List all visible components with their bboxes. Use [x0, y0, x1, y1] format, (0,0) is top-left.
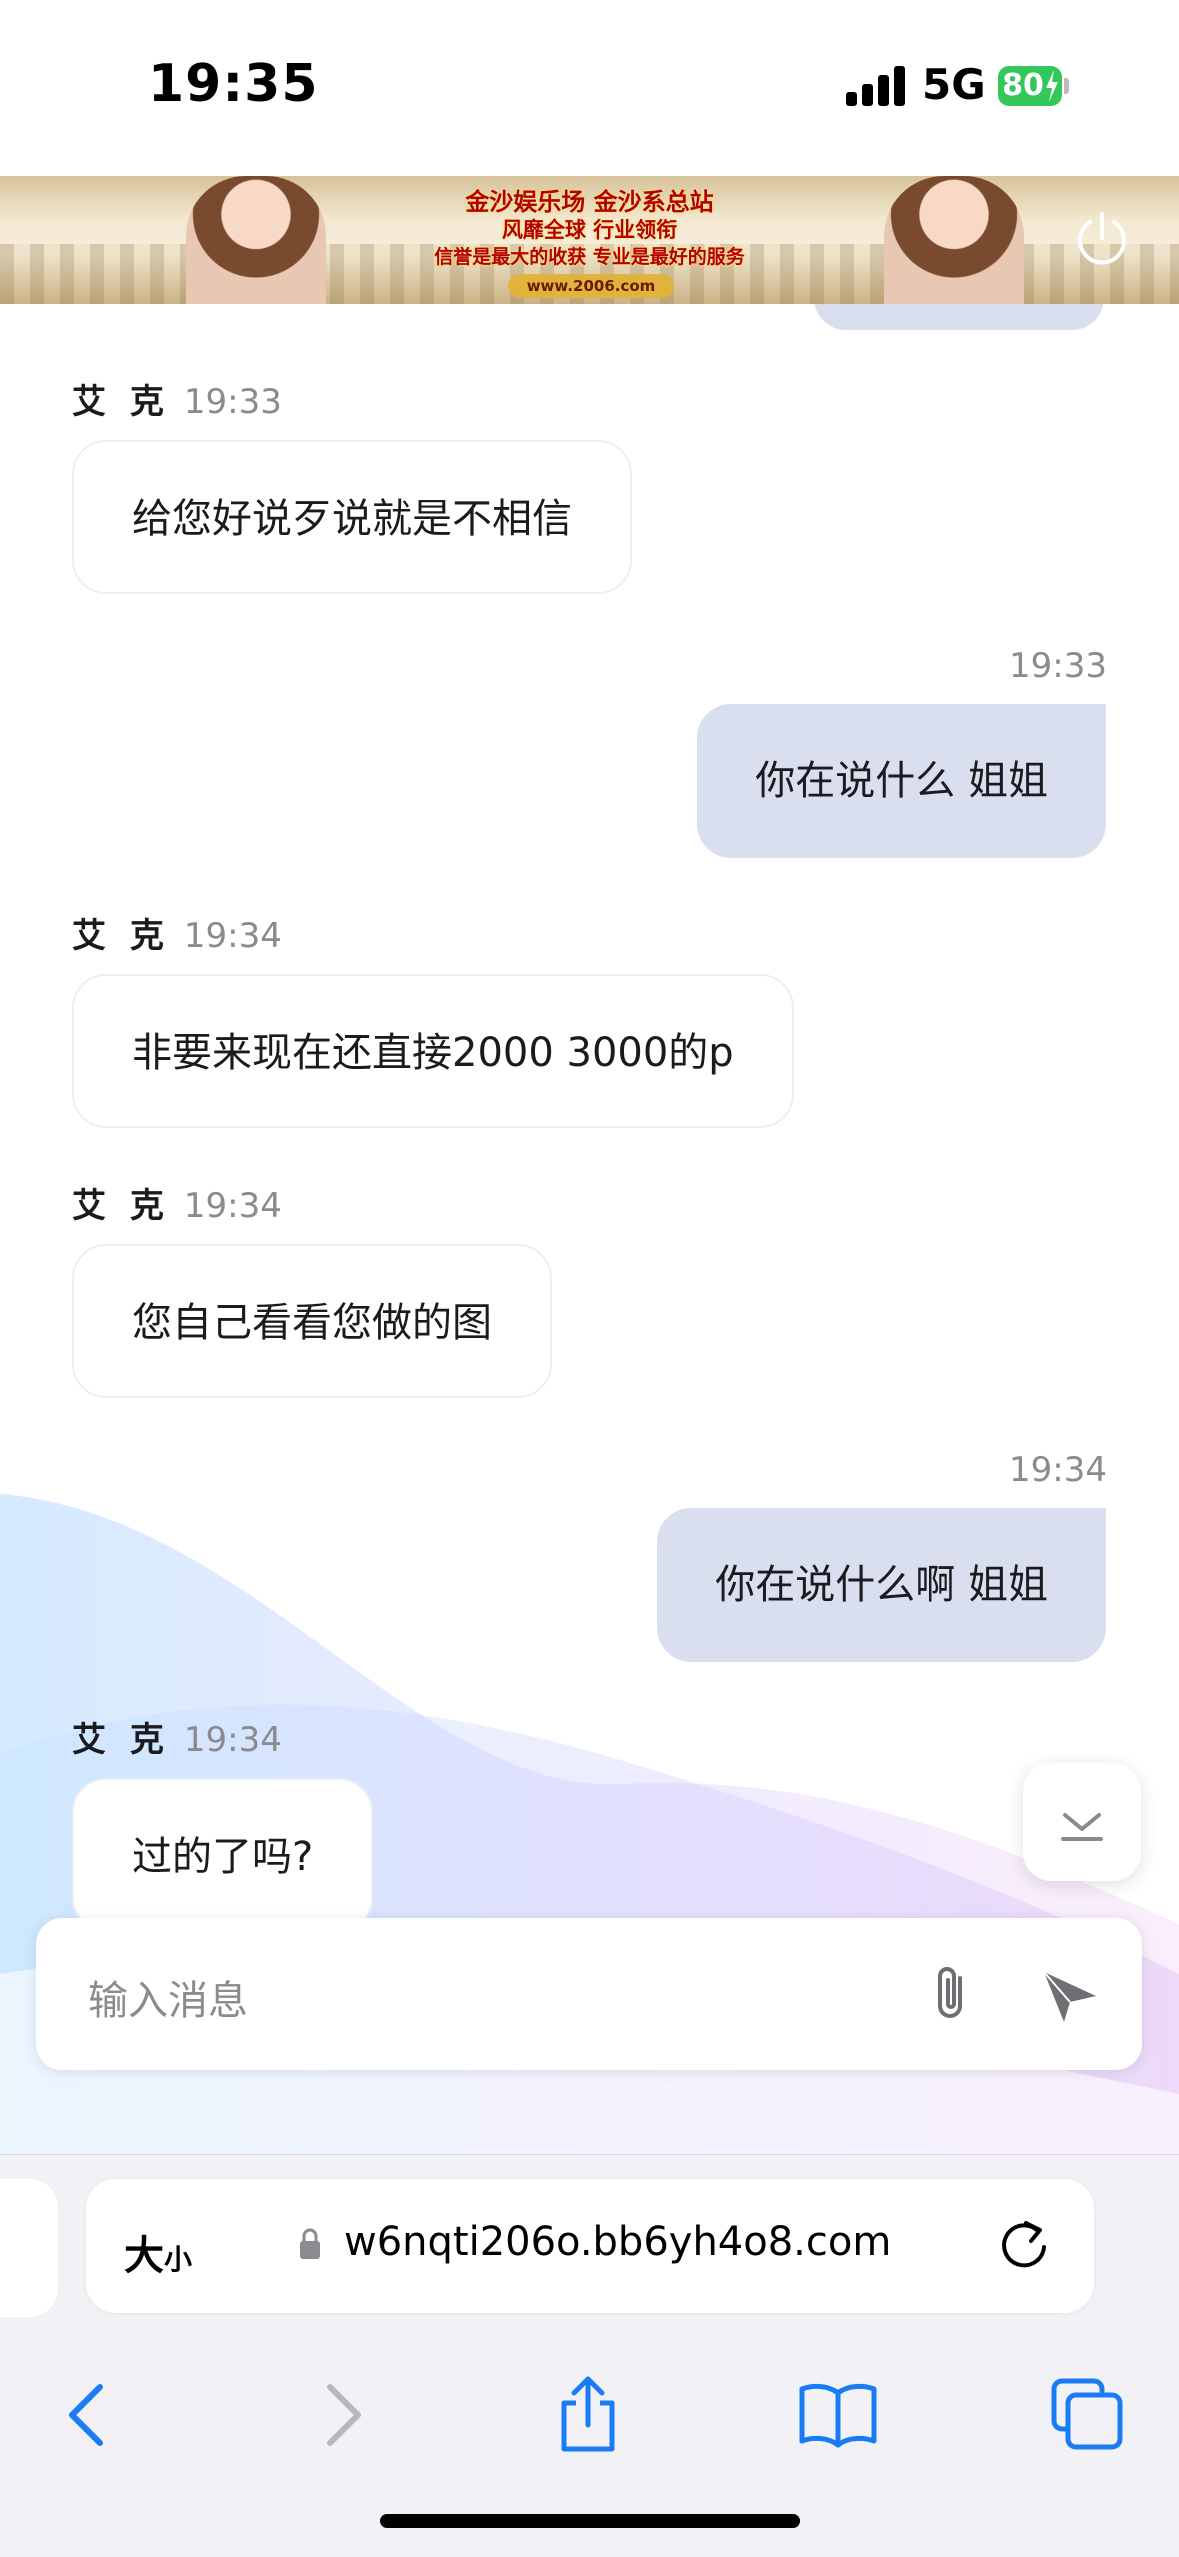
- message-header: 艾 克 19:34: [72, 1712, 282, 1761]
- bookmarks-icon[interactable]: [798, 2375, 878, 2455]
- outgoing-message-bubble[interactable]: 你在说什么啊 姐姐: [657, 1508, 1106, 1662]
- message-time: 19:33: [183, 382, 282, 422]
- incoming-message-bubble[interactable]: 过的了吗?: [72, 1778, 374, 1932]
- send-icon[interactable]: [1034, 1958, 1106, 2030]
- sender-name: 艾 克: [72, 916, 170, 956]
- signal-icon: [846, 66, 906, 106]
- sender-name: 艾 克: [72, 1720, 170, 1760]
- tabs-icon[interactable]: [1048, 2375, 1128, 2455]
- chevron-down-icon: [1061, 1813, 1103, 1841]
- banner-subline: 风靡全球 行业领衔: [501, 217, 678, 242]
- charging-bolt-icon: [1046, 70, 1058, 102]
- message-time: 19:34: [183, 1720, 282, 1760]
- address-bar[interactable]: 大小 w6nqti206o.bb6yh4o8.com: [86, 2179, 1094, 2313]
- message-input[interactable]: 输入消息: [88, 1968, 248, 2026]
- incoming-message-bubble[interactable]: 非要来现在还直接2000 3000的p: [72, 974, 794, 1128]
- text-size-big: 大: [124, 2233, 164, 2279]
- power-icon[interactable]: [1070, 206, 1134, 270]
- banner-ad[interactable]: 金沙娱乐场 金沙系总站 风靡全球 行业领衔 信誉是最大的收获 专业是最好的服务 …: [0, 176, 1179, 304]
- chat-history[interactable]: 艾 克 19:33 给您好说歹说就是不相信 19:33 你在说什么 姐姐 艾 克 1…: [0, 304, 1179, 2154]
- previous-message-bubble: [814, 304, 1104, 330]
- banner-headline: 金沙娱乐场 金沙系总站: [465, 187, 714, 216]
- lock-icon: [300, 2228, 320, 2259]
- share-icon[interactable]: [548, 2375, 628, 2455]
- network-type: 5G: [922, 60, 986, 109]
- back-icon[interactable]: [48, 2375, 128, 2455]
- message-composer: 输入消息: [36, 1918, 1142, 2070]
- message-header: 艾 克 19:33: [72, 374, 282, 423]
- message-header: 艾 克 19:34: [72, 1178, 282, 1227]
- banner-slogan: 信誉是最大的收获 专业是最好的服务: [434, 246, 745, 268]
- incoming-message-bubble[interactable]: 您自己看看您做的图: [72, 1244, 552, 1398]
- banner-url: www.2006.com: [508, 274, 674, 298]
- paperclip-icon[interactable]: [916, 1958, 988, 2030]
- browser-toolbar: 大小 w6nqti206o.bb6yh4o8.com: [0, 2154, 1179, 2557]
- home-indicator[interactable]: [380, 2514, 800, 2528]
- message-header: 艾 克 19:34: [72, 908, 282, 957]
- message-time: 19:34: [1009, 1450, 1107, 1490]
- status-bar: 19:35 5G 80: [0, 0, 1179, 176]
- sender-name: 艾 克: [72, 382, 170, 422]
- message-time: 19:33: [1009, 646, 1107, 686]
- battery-icon: 80: [998, 66, 1069, 106]
- url-text: w6nqti206o.bb6yh4o8.com: [344, 2219, 892, 2265]
- reload-icon[interactable]: [998, 2217, 1052, 2273]
- outgoing-message-bubble[interactable]: 你在说什么 姐姐: [697, 704, 1106, 858]
- battery-level: 80: [1002, 68, 1044, 103]
- message-time: 19:34: [183, 916, 282, 956]
- message-time: 19:34: [183, 1186, 282, 1226]
- sender-name: 艾 克: [72, 1186, 170, 1226]
- scroll-to-bottom-button[interactable]: [1023, 1763, 1141, 1881]
- incoming-message-bubble[interactable]: 给您好说歹说就是不相信: [72, 440, 632, 594]
- previous-tab-preview[interactable]: [0, 2179, 58, 2317]
- forward-icon[interactable]: [302, 2375, 382, 2455]
- text-size-button[interactable]: 大小: [124, 2223, 192, 2281]
- status-time: 19:35: [148, 54, 319, 114]
- text-size-small: 小: [164, 2243, 193, 2276]
